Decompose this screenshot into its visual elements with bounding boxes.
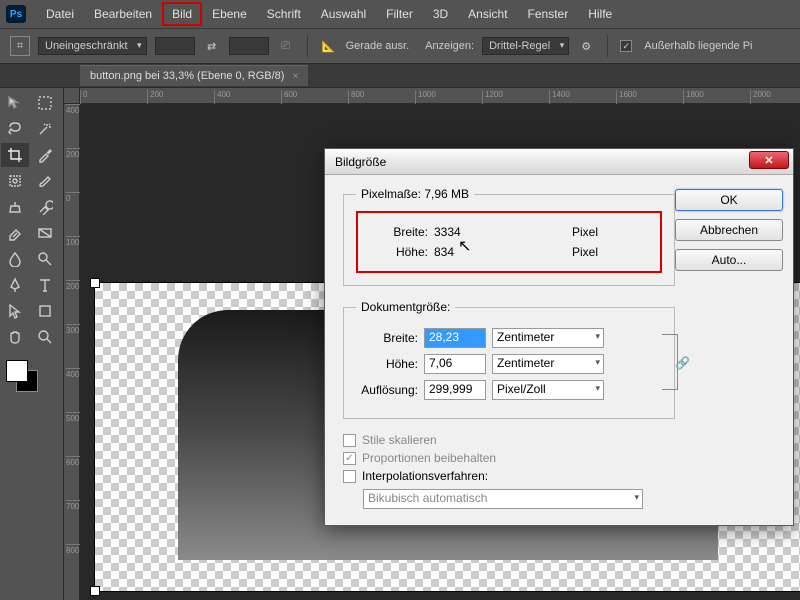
dodge-tool[interactable] <box>31 247 59 271</box>
clear-icon[interactable]: ⎚ <box>277 37 295 55</box>
crop-tool-icon: ⌗ <box>10 36 30 56</box>
straighten-label: Gerade ausr. <box>346 40 410 52</box>
document-tab-label: button.png bei 33,3% (Ebene 0, RGB/8) <box>90 70 284 82</box>
constrain-label: Proportionen beibehalten <box>362 451 496 465</box>
document-size-legend: Dokumentgröße: <box>356 300 455 314</box>
menu-bearbeiten[interactable]: Bearbeiten <box>84 2 162 26</box>
gear-icon[interactable]: ⚙ <box>577 37 595 55</box>
zoom-tool[interactable] <box>31 325 59 349</box>
scale-styles-label: Stile skalieren <box>362 433 437 447</box>
interpolation-select[interactable]: Bikubisch automatisch <box>363 489 643 509</box>
delete-cropped-checkbox[interactable]: ✓ <box>620 40 632 52</box>
resolution-label: Auflösung: <box>356 383 418 397</box>
pixel-width-unit: Pixel <box>572 225 652 239</box>
hand-tool[interactable] <box>1 325 29 349</box>
doc-height-unit-select[interactable]: Zentimeter <box>492 354 604 374</box>
pixel-height-value: 834 <box>434 245 490 259</box>
toolbox <box>0 88 64 600</box>
pixel-dimensions-group: Pixelmaße: 7,96 MB Breite: 3334 Pixel Hö… <box>343 187 675 286</box>
marquee-tool[interactable] <box>31 91 59 115</box>
pixel-dimensions-legend: Pixelmaße: 7,96 MB <box>356 187 474 201</box>
color-swatches[interactable] <box>2 358 58 398</box>
ratio-height-input[interactable] <box>229 37 269 55</box>
pixel-height-unit: Pixel <box>572 245 652 259</box>
options-bar: ⌗ Uneingeschränkt ⇄ ⎚ 📐 Gerade ausr. Anz… <box>0 28 800 64</box>
path-selection-tool[interactable] <box>1 299 29 323</box>
straighten-icon[interactable]: 📐 <box>320 37 338 55</box>
eyedropper-tool[interactable] <box>31 143 59 167</box>
doc-height-input[interactable]: 7,06 <box>424 354 486 374</box>
menu-auswahl[interactable]: Auswahl <box>311 2 376 26</box>
doc-width-unit-select[interactable]: Zentimeter <box>492 328 604 348</box>
scale-styles-checkbox[interactable] <box>343 434 356 447</box>
ok-button[interactable]: OK <box>675 189 783 211</box>
doc-width-label: Breite: <box>356 331 418 345</box>
document-size-group: Dokumentgröße: Breite: 28,23 Zentimeter … <box>343 300 675 419</box>
blur-tool[interactable] <box>1 247 29 271</box>
crop-tool[interactable] <box>1 143 29 167</box>
image-size-dialog: Bildgröße ✕ Pixelmaße: 7,96 MB Breite: 3… <box>324 148 794 526</box>
eraser-tool[interactable] <box>1 221 29 245</box>
interpolation-checkbox[interactable] <box>343 470 356 483</box>
dialog-titlebar[interactable]: Bildgröße ✕ <box>325 149 793 175</box>
healing-brush-tool[interactable] <box>1 169 29 193</box>
resolution-input[interactable]: 299,999 <box>424 380 486 400</box>
app-logo-icon: Ps <box>6 5 26 23</box>
overlay-dropdown[interactable]: Drittel-Regel <box>482 37 569 55</box>
document-tab[interactable]: button.png bei 33,3% (Ebene 0, RGB/8) × <box>80 65 308 86</box>
dialog-title: Bildgröße <box>335 155 386 169</box>
type-tool[interactable] <box>31 273 59 297</box>
auto-button[interactable]: Auto... <box>675 249 783 271</box>
swap-icon[interactable]: ⇄ <box>203 37 221 55</box>
menu-schrift[interactable]: Schrift <box>257 2 311 26</box>
shape-tool[interactable] <box>31 299 59 323</box>
pen-tool[interactable] <box>1 273 29 297</box>
document-tab-bar: button.png bei 33,3% (Ebene 0, RGB/8) × <box>0 64 800 88</box>
menu-filter[interactable]: Filter <box>376 2 423 26</box>
move-tool[interactable] <box>1 91 29 115</box>
gradient-tool[interactable] <box>31 221 59 245</box>
pixel-height-label: Höhe: <box>366 245 428 259</box>
constrain-checkbox[interactable]: ✓ <box>343 452 356 465</box>
menu-ebene[interactable]: Ebene <box>202 2 257 26</box>
resolution-unit-select[interactable]: Pixel/Zoll <box>492 380 604 400</box>
link-icon[interactable]: 🔗 <box>675 356 690 370</box>
menu-3d[interactable]: 3D <box>423 2 458 26</box>
menu-bild[interactable]: Bild <box>162 2 202 26</box>
ratio-width-input[interactable] <box>155 37 195 55</box>
ruler-vertical: 4002000100200300400500600700800 <box>64 104 80 600</box>
clone-stamp-tool[interactable] <box>1 195 29 219</box>
show-label: Anzeigen: <box>425 40 474 52</box>
interpolation-row: Interpolationsverfahren: <box>343 469 675 483</box>
interpolation-label: Interpolationsverfahren: <box>362 469 488 483</box>
ratio-dropdown[interactable]: Uneingeschränkt <box>38 37 147 55</box>
pixel-width-label: Breite: <box>366 225 428 239</box>
delete-cropped-label: Außerhalb liegende Pi <box>644 40 752 52</box>
brush-tool[interactable] <box>31 169 59 193</box>
menu-fenster[interactable]: Fenster <box>518 2 579 26</box>
doc-height-label: Höhe: <box>356 357 418 371</box>
menu-hilfe[interactable]: Hilfe <box>578 2 622 26</box>
menu-ansicht[interactable]: Ansicht <box>458 2 517 26</box>
pixel-width-value: 3334 <box>434 225 490 239</box>
history-brush-tool[interactable] <box>31 195 59 219</box>
lasso-tool[interactable] <box>1 117 29 141</box>
cancel-button[interactable]: Abbrechen <box>675 219 783 241</box>
magic-wand-tool[interactable] <box>31 117 59 141</box>
menu-bar: Ps DateiBearbeitenBildEbeneSchriftAuswah… <box>0 0 800 28</box>
close-button[interactable]: ✕ <box>749 151 789 169</box>
scale-styles-row: Stile skalieren <box>343 433 675 447</box>
ruler-horizontal: 0200400600800100012001400160018002000 <box>80 88 800 104</box>
doc-width-input[interactable]: 28,23 <box>424 328 486 348</box>
close-tab-icon[interactable]: × <box>292 71 298 82</box>
menu-datei[interactable]: Datei <box>36 2 84 26</box>
constrain-row: ✓ Proportionen beibehalten <box>343 451 675 465</box>
